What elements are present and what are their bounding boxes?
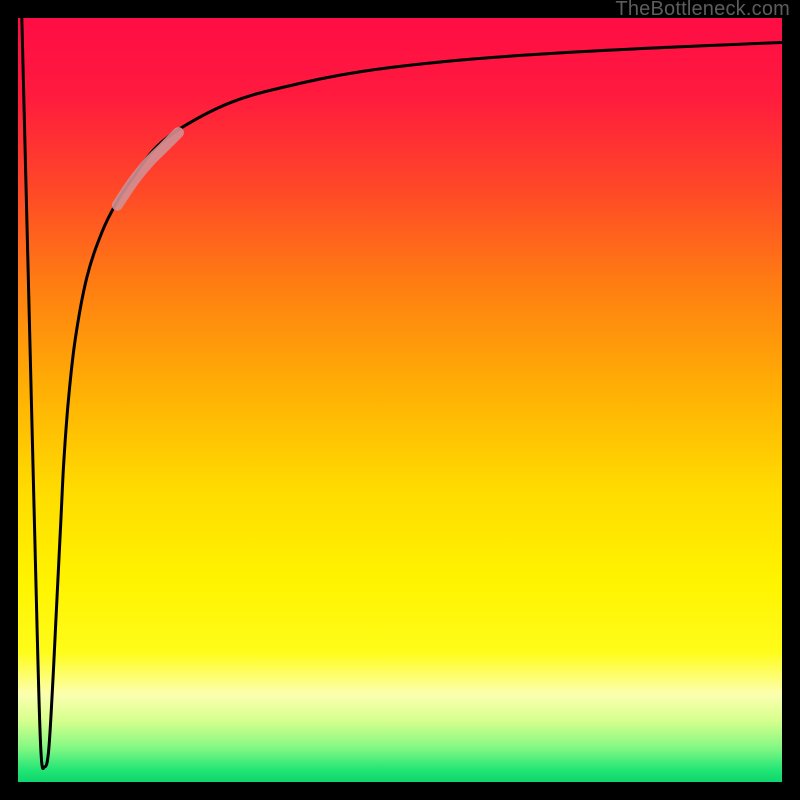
background-gradient: [18, 18, 782, 782]
watermark-text: TheBottleneck.com: [615, 0, 790, 21]
chart-frame: TheBottleneck.com: [0, 0, 800, 800]
plot-area: [18, 18, 782, 782]
